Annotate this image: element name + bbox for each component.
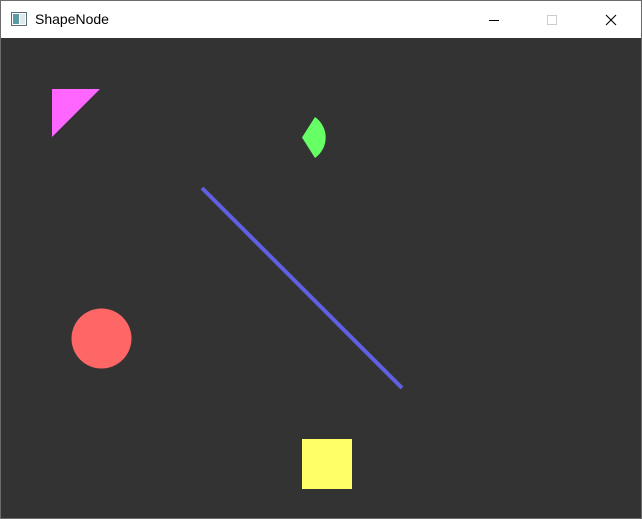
yellow-square bbox=[302, 439, 352, 489]
minimize-button[interactable] bbox=[464, 1, 524, 38]
maximize-button[interactable] bbox=[522, 1, 582, 38]
window-app-icon bbox=[11, 12, 27, 26]
green-pie-wedge bbox=[302, 117, 326, 158]
window-title: ShapeNode bbox=[35, 11, 109, 27]
close-icon bbox=[605, 14, 617, 25]
close-button[interactable] bbox=[581, 1, 641, 38]
red-circle bbox=[71, 308, 132, 369]
shape-scene bbox=[52, 89, 404, 489]
app-window: ShapeNode bbox=[0, 0, 642, 519]
maximize-icon bbox=[547, 14, 557, 25]
title-bar[interactable]: ShapeNode bbox=[1, 1, 641, 38]
drawing-canvas[interactable] bbox=[1, 38, 641, 518]
minimize-icon bbox=[489, 19, 499, 21]
blue-diagonal-line bbox=[200, 186, 404, 390]
magenta-triangle bbox=[52, 89, 100, 137]
